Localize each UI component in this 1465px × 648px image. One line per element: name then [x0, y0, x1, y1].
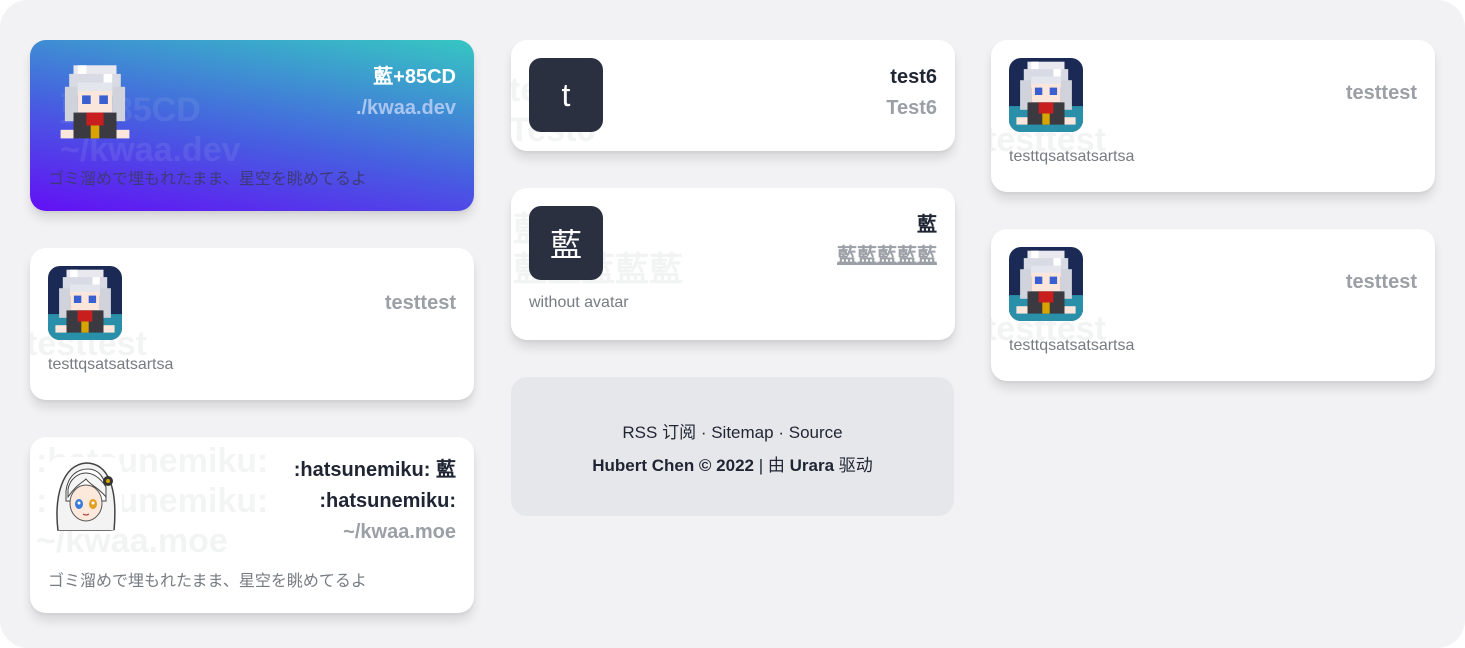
friend-description: ゴミ溜めで埋もれたまま、星空を眺めてるよ: [48, 171, 367, 188]
pixel-anime-girl-avatar-icon[interactable]: [52, 58, 138, 150]
friend-card[interactable]: testtest testtest testtqsatsatsartsa: [991, 40, 1435, 192]
pixel-anime-girl-avatar-icon[interactable]: [48, 266, 122, 340]
site-footer: RSS 订阅 · Sitemap · Source Hubert Chen © …: [511, 377, 954, 516]
friend-description: testtqsatsatsartsa: [1009, 337, 1135, 354]
pixel-anime-girl-avatar-icon[interactable]: [1009, 58, 1083, 132]
friend-name: testtest: [1345, 271, 1417, 293]
copyright-link[interactable]: Hubert Chen © 2022: [592, 456, 754, 475]
friend-card[interactable]: test6 Test6 t test6 Test6: [511, 40, 955, 151]
footer-links: RSS 订阅 · Sitemap · Source: [511, 416, 954, 449]
friend-name: :hatsunemiku: 藍: [293, 459, 456, 481]
pixel-anime-girl-avatar-icon[interactable]: [1009, 247, 1083, 321]
friend-name: 藍: [917, 214, 937, 236]
urara-link[interactable]: Urara: [790, 456, 834, 475]
sitemap-link[interactable]: Sitemap: [711, 423, 773, 442]
anime-girl-avatar-icon[interactable]: [48, 457, 122, 531]
app-frame: 藍+85CD ~/kwaa.dev 藍+85CD ./kwaa.dev ゴミ溜め…: [0, 0, 1465, 648]
friend-card[interactable]: testtest testtest testtqsatsatsartsa: [991, 229, 1435, 381]
separator: ·: [700, 423, 707, 442]
friend-card[interactable]: :hatsunemiku: :hatsunemiku: ~/kwaa.moe :…: [30, 437, 474, 613]
friend-url[interactable]: ./kwaa.dev: [356, 93, 456, 124]
footer-copyright: Hubert Chen © 2022 | 由 Urara 驱动: [511, 449, 954, 482]
friend-name: test6: [890, 66, 937, 88]
friend-card[interactable]: testtest testtest testtqsatsatsartsa: [30, 248, 474, 400]
friend-name: 藍+85CD: [373, 66, 456, 88]
friend-name: testtest: [384, 292, 456, 314]
friend-name: testtest: [1345, 82, 1417, 104]
letter-avatar[interactable]: t: [529, 58, 603, 132]
friend-url[interactable]: ~/kwaa.moe: [294, 517, 456, 548]
friend-card[interactable]: 藍+85CD ~/kwaa.dev 藍+85CD ./kwaa.dev ゴミ溜め…: [30, 40, 474, 211]
friend-description: without avatar: [529, 294, 629, 311]
friend-card[interactable]: 藍 藍藍藍藍藍 藍 藍 藍藍藍藍藍 without avatar: [511, 188, 955, 340]
separator: |: [758, 456, 764, 475]
powered-prefix: 由: [767, 456, 785, 475]
friend-description: testtqsatsatsartsa: [1009, 148, 1135, 165]
rss-link[interactable]: RSS 订阅: [622, 423, 696, 442]
letter-avatar[interactable]: 藍: [529, 206, 603, 280]
source-link[interactable]: Source: [789, 423, 843, 442]
friend-description: ゴミ溜めで埋もれたまま、星空を眺めてるよ: [48, 573, 367, 590]
friend-name-line2: :hatsunemiku:: [319, 490, 456, 512]
friend-url[interactable]: 藍藍藍藍藍: [837, 241, 937, 272]
separator: ·: [778, 423, 784, 442]
friend-url[interactable]: Test6: [886, 93, 937, 124]
powered-suffix: 驱动: [838, 456, 873, 475]
friend-description: testtqsatsatsartsa: [48, 356, 174, 373]
